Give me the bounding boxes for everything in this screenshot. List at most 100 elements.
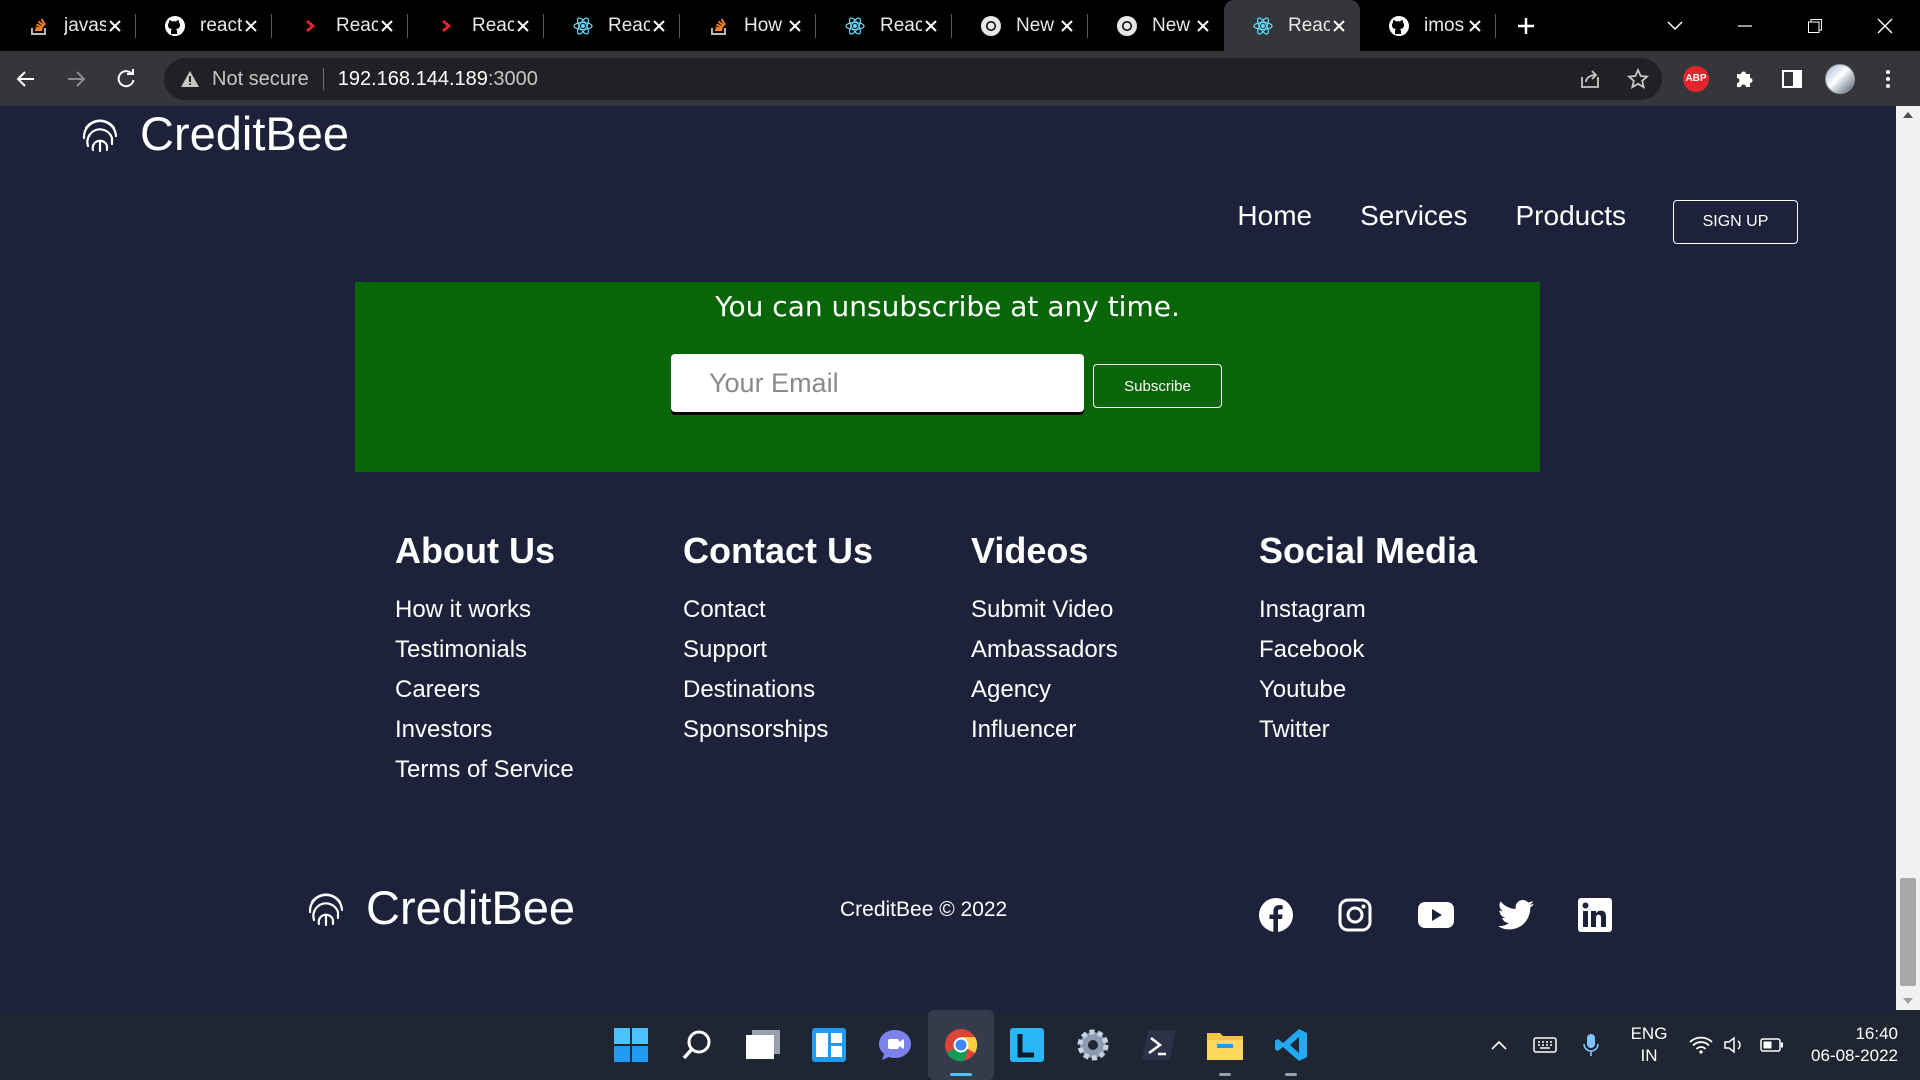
footer-link[interactable]: Sponsorships xyxy=(683,710,971,750)
nav-services[interactable]: Services xyxy=(1360,200,1467,232)
clock[interactable]: 16:40 06-08-2022 xyxy=(1792,1023,1920,1067)
volume-status[interactable] xyxy=(1718,1010,1752,1080)
close-icon[interactable] xyxy=(242,17,260,35)
youtube-link[interactable] xyxy=(1418,893,1498,937)
browser-tab-active[interactable]: React xyxy=(1224,0,1360,51)
close-icon[interactable] xyxy=(1330,17,1348,35)
wifi-status[interactable] xyxy=(1684,1010,1718,1080)
footer-link[interactable]: Destinations xyxy=(683,670,971,710)
footer-link[interactable]: Twitter xyxy=(1259,710,1547,750)
address-bar[interactable]: Not secure 192.168.144.189:3000 xyxy=(164,58,1662,100)
footer-link[interactable]: Contact xyxy=(683,590,971,630)
twitter-link[interactable] xyxy=(1498,893,1578,937)
search-button[interactable] xyxy=(664,1010,730,1080)
chat-button[interactable] xyxy=(862,1010,928,1080)
battery-status[interactable] xyxy=(1752,1010,1792,1080)
footer-link[interactable]: Influencer xyxy=(971,710,1259,750)
start-button[interactable] xyxy=(598,1010,664,1080)
footer-link[interactable]: Careers xyxy=(395,670,683,710)
close-icon[interactable] xyxy=(378,17,396,35)
footer-link[interactable]: Submit Video xyxy=(971,590,1259,630)
file-explorer-button[interactable] xyxy=(1192,1010,1258,1080)
browser-tab[interactable]: How xyxy=(680,0,816,51)
reload-button[interactable] xyxy=(102,55,150,103)
browser-tab[interactable]: imos xyxy=(1360,0,1496,51)
tab-title: imos xyxy=(1424,14,1465,36)
browser-tab[interactable]: New xyxy=(952,0,1088,51)
footer-link[interactable]: Investors xyxy=(395,710,683,750)
browser-tab[interactable]: React xyxy=(272,0,408,51)
linkedin-link[interactable] xyxy=(1578,893,1658,937)
footer-link[interactable]: How it works xyxy=(395,590,683,630)
footer-link[interactable]: Facebook xyxy=(1259,630,1547,670)
widgets-button[interactable] xyxy=(796,1010,862,1080)
scrollbar-thumb[interactable] xyxy=(1900,878,1916,986)
footer-link[interactable]: Support xyxy=(683,630,971,670)
close-icon[interactable] xyxy=(1466,17,1484,35)
close-icon[interactable] xyxy=(514,17,532,35)
forward-button[interactable] xyxy=(52,55,100,103)
footer-logo[interactable]: CreditBee xyxy=(306,880,575,935)
lens-button[interactable] xyxy=(994,1010,1060,1080)
microphone-button[interactable] xyxy=(1568,1010,1614,1080)
terminal-button[interactable] xyxy=(1126,1010,1192,1080)
footer-link[interactable]: Ambassadors xyxy=(971,630,1259,670)
task-view-button[interactable] xyxy=(730,1010,796,1080)
profile-button[interactable] xyxy=(1816,51,1864,106)
browser-tab[interactable]: javas xyxy=(0,0,136,51)
close-icon[interactable] xyxy=(1058,17,1076,35)
email-field[interactable] xyxy=(671,354,1084,412)
close-icon[interactable] xyxy=(786,17,804,35)
nav-home[interactable]: Home xyxy=(1237,200,1312,232)
footer-heading: Contact Us xyxy=(683,530,874,571)
browser-tab[interactable]: React xyxy=(816,0,952,51)
nav-products[interactable]: Products xyxy=(1516,200,1627,232)
back-button[interactable] xyxy=(2,55,50,103)
browser-tab[interactable]: react xyxy=(136,0,272,51)
chevron-up-icon xyxy=(1491,1040,1507,1050)
share-button[interactable] xyxy=(1566,58,1614,100)
warning-icon xyxy=(181,71,199,87)
footer-link[interactable]: Terms of Service xyxy=(395,750,683,790)
menu-button[interactable] xyxy=(1864,51,1912,106)
minimize-button[interactable] xyxy=(1710,0,1780,51)
wifi-icon xyxy=(1689,1036,1713,1054)
subscribe-button[interactable]: Subscribe xyxy=(1093,364,1222,408)
extensions-button[interactable] xyxy=(1720,51,1768,106)
browser-tab[interactable]: React xyxy=(544,0,680,51)
side-panel-button[interactable] xyxy=(1768,51,1816,106)
close-window-button[interactable] xyxy=(1850,0,1920,51)
vscode-button[interactable] xyxy=(1258,1010,1324,1080)
footer-link[interactable]: Youtube xyxy=(1259,670,1547,710)
scroll-down-icon[interactable] xyxy=(1896,992,1920,1010)
footer-link[interactable]: Instagram xyxy=(1259,590,1547,630)
twitter-icon xyxy=(1498,900,1534,930)
instagram-link[interactable] xyxy=(1338,893,1418,937)
facebook-link[interactable] xyxy=(1258,893,1338,937)
new-tab-button[interactable] xyxy=(1502,0,1550,51)
touch-keyboard-button[interactable] xyxy=(1522,1010,1568,1080)
github-icon xyxy=(164,15,186,37)
chrome-taskbar-button[interactable] xyxy=(928,1010,994,1080)
browser-tab[interactable]: New xyxy=(1088,0,1224,51)
reload-icon xyxy=(117,68,135,87)
tab-search-button[interactable] xyxy=(1640,0,1710,51)
close-icon[interactable] xyxy=(106,17,124,35)
signup-button[interactable]: SIGN UP xyxy=(1673,200,1798,244)
input-language-indicator[interactable]: ENG IN xyxy=(1614,1023,1684,1067)
browser-tab[interactable]: React xyxy=(408,0,544,51)
settings-button[interactable] xyxy=(1060,1010,1126,1080)
adblock-extension-button[interactable]: ABP xyxy=(1672,51,1720,106)
footer-link[interactable]: Testimonials xyxy=(395,630,683,670)
side-panel-icon xyxy=(1782,69,1802,88)
page-scrollbar[interactable] xyxy=(1896,106,1920,1010)
close-icon[interactable] xyxy=(650,17,668,35)
footer-link[interactable]: Agency xyxy=(971,670,1259,710)
scroll-up-icon[interactable] xyxy=(1896,106,1920,124)
restore-button[interactable] xyxy=(1780,0,1850,51)
close-icon[interactable] xyxy=(922,17,940,35)
bookmark-button[interactable] xyxy=(1614,58,1662,100)
close-icon[interactable] xyxy=(1194,17,1212,35)
header-logo[interactable]: CreditBee xyxy=(80,106,349,161)
show-hidden-icons-button[interactable] xyxy=(1476,1010,1522,1080)
